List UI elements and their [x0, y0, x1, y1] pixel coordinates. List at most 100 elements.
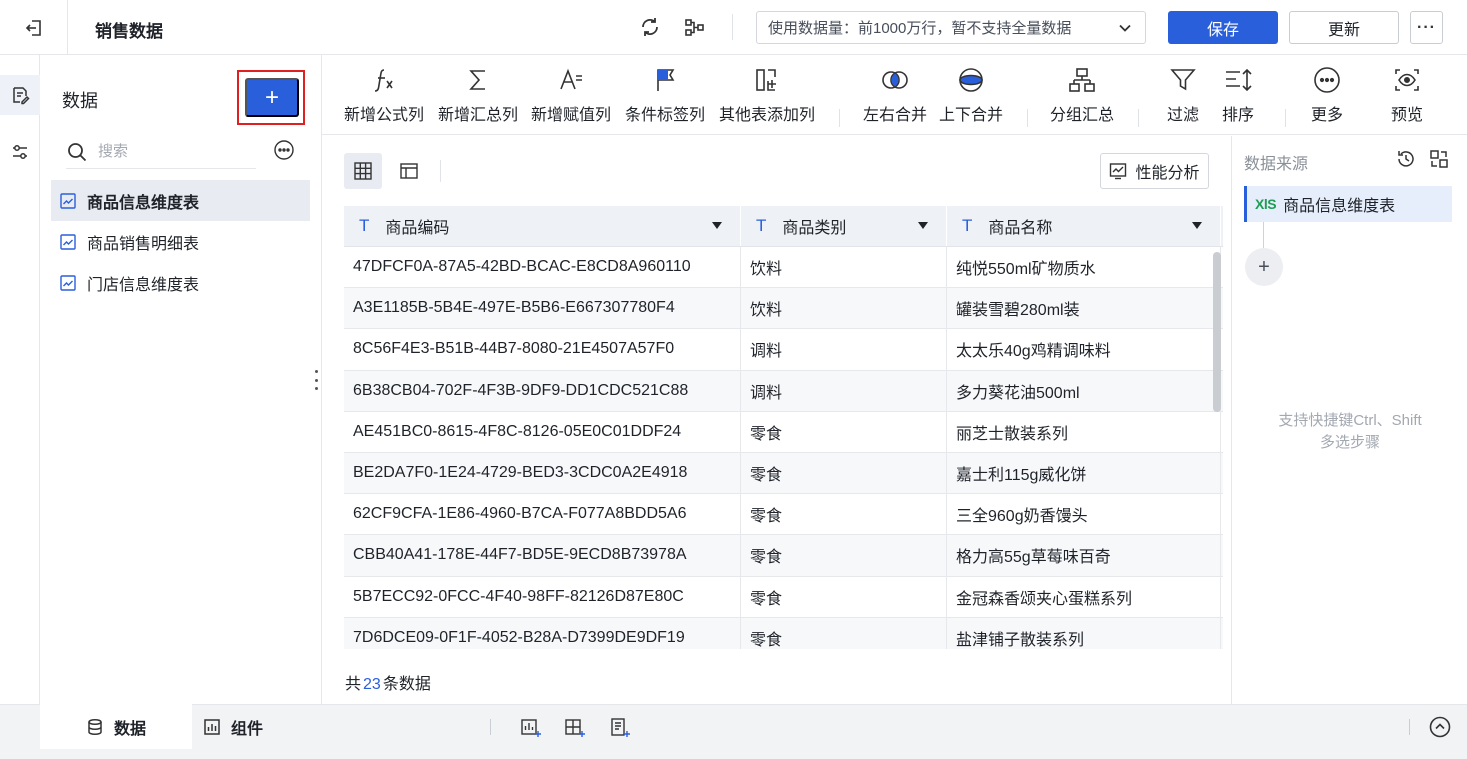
table-cell: AE451BC0-8615-4F8C-8126-05E0C01DDF24: [344, 411, 741, 452]
table-cell: BE2DA7F0-1E24-4729-BED3-3CDC0A2E4918: [344, 452, 741, 494]
table-cell: 三全960g奶香馒头: [947, 494, 1221, 535]
caret-down-icon[interactable]: [918, 222, 928, 229]
tool-label: 条件标签列: [625, 107, 706, 124]
tool-label: 左右合并: [863, 107, 928, 124]
add-component-icon: [565, 719, 585, 737]
column-header-label: 商品名称: [988, 220, 1053, 237]
add-assign-column-button[interactable]: 新增赋值列: [531, 63, 611, 129]
switch-icon: [1430, 150, 1448, 168]
update-button[interactable]: 更新: [1289, 11, 1399, 44]
row-count-number: 23: [363, 676, 381, 693]
data-usage-value: 使用数据量：前1000万行，暂不支持全量数据: [768, 20, 1072, 37]
table-cell: 零食: [741, 411, 947, 452]
table-cell: 62CF9CFA-1E86-4960-B7CA-F077A8BDD5A6: [344, 494, 741, 535]
performance-analysis-button[interactable]: 性能分析: [1100, 153, 1209, 189]
data-usage-select[interactable]: 使用数据量：前1000万行，暂不支持全量数据: [756, 11, 1146, 44]
more-menu-button[interactable]: ···: [1410, 11, 1443, 44]
tab-data[interactable]: 数据: [40, 704, 192, 749]
divider: [490, 719, 491, 735]
panel-resize-handle[interactable]: [314, 370, 318, 390]
steps-panel: 数据来源 XlS 商品信息维度表 + 支持快捷键Ctrl、Shift 多选步骤: [1231, 136, 1467, 704]
grid-view-button[interactable]: [344, 153, 382, 189]
add-dashboard-button[interactable]: [518, 715, 544, 741]
shortcut-hint-line: 多选步骤: [1319, 434, 1380, 451]
table-chart-icon: [60, 192, 76, 209]
group-summary-button[interactable]: 分组汇总: [1050, 63, 1114, 129]
save-button[interactable]: 保存: [1168, 11, 1278, 44]
text-type-icon: T: [359, 216, 370, 235]
table-scrollbar[interactable]: [1213, 252, 1221, 412]
add-summary-column-button[interactable]: 新增汇总列: [438, 63, 518, 129]
table-list-item[interactable]: 商品销售明细表: [51, 221, 310, 262]
table-list-item[interactable]: 门店信息维度表: [51, 262, 310, 303]
lineage-button[interactable]: [681, 14, 707, 40]
filter-button[interactable]: 过滤: [1167, 63, 1199, 129]
table-row: 6B38CB04-702F-4F3B-9DF9-DD1CDC521C88 调料 多力…: [344, 370, 1223, 412]
history-button[interactable]: [1395, 148, 1417, 170]
sort-button[interactable]: 排序: [1222, 63, 1254, 129]
merge-horizontal-button[interactable]: 左右合并: [863, 63, 927, 129]
caret-down-icon[interactable]: [712, 222, 722, 229]
table-cell: 零食: [741, 452, 947, 494]
chevron-up-circle-icon[interactable]: [1428, 715, 1452, 739]
exit-button[interactable]: [0, 0, 68, 55]
rail-data-prep[interactable]: [0, 75, 40, 115]
column-header[interactable]: T 商品编码: [344, 206, 741, 246]
table-chart-icon: [60, 274, 76, 291]
bottom-bar: 数据 组件: [0, 704, 1467, 759]
tab-component[interactable]: 组件: [203, 705, 263, 749]
more-circle-icon[interactable]: [272, 138, 296, 162]
refresh-button[interactable]: [637, 14, 663, 40]
table-list-item-label: 门店信息维度表: [87, 276, 200, 294]
main-content: 性能分析 T 商品编码 T 商品类别 T 商品名称 47DFCF0A-87A5-…: [322, 136, 1231, 704]
filter-icon: [1170, 69, 1196, 91]
table-cell: 盐津铺子散装系列: [947, 617, 1221, 649]
divider: [1027, 109, 1028, 127]
rail-settings[interactable]: [0, 132, 40, 172]
tool-label: 其他表添加列: [719, 107, 816, 124]
tool-label: 预览: [1391, 107, 1424, 124]
tool-label: 排序: [1222, 107, 1255, 124]
table-list-item[interactable]: 商品信息维度表: [51, 180, 310, 221]
layout-view-button[interactable]: [390, 153, 428, 189]
row-count: 共 23 条数据: [345, 670, 431, 694]
search-input[interactable]: [98, 143, 238, 160]
add-table-button[interactable]: +: [245, 78, 299, 117]
switch-layout-button[interactable]: [1428, 148, 1450, 170]
table-cell: 零食: [741, 576, 947, 617]
assign-icon: [560, 68, 582, 90]
data-edit-icon: [13, 87, 30, 105]
column-header[interactable]: T 商品名称: [947, 206, 1221, 246]
database-icon: [88, 718, 102, 735]
group-icon: [1069, 68, 1095, 92]
more-tools-button[interactable]: 更多: [1311, 63, 1343, 129]
source-step-item[interactable]: XlS 商品信息维度表: [1244, 186, 1452, 222]
merge-vertical-button[interactable]: 上下合并: [939, 63, 1003, 129]
more-icon: [1314, 67, 1340, 93]
divider: [440, 160, 441, 182]
table-row: 7D6DCE09-0F1F-4052-B28A-D7399DE9DF19 零食 盐津…: [344, 617, 1223, 649]
chevron-down-icon: [1119, 24, 1131, 32]
caret-down-icon[interactable]: [1192, 222, 1202, 229]
table-list-item-label: 商品信息维度表: [87, 194, 200, 212]
data-table: T 商品编码 T 商品类别 T 商品名称 47DFCF0A-87A5-42BD-…: [344, 206, 1223, 649]
preview-button[interactable]: 预览: [1391, 63, 1423, 129]
table-cell: 纯悦550ml矿物质水: [947, 247, 1221, 288]
xls-file-icon: XlS: [1255, 196, 1277, 212]
search-box: [66, 135, 256, 169]
text-type-icon: T: [962, 216, 973, 235]
table-cell: 7D6DCE09-0F1F-4052-B28A-D7399DE9DF19: [344, 617, 741, 649]
add-column-from-table-button[interactable]: 其他表添加列: [719, 63, 815, 129]
condition-tag-column-button[interactable]: 条件标签列: [625, 63, 705, 129]
add-report-button[interactable]: [607, 715, 633, 741]
add-column-icon: [756, 69, 776, 91]
tool-label: 新增公式列: [344, 107, 425, 124]
table-row: BE2DA7F0-1E24-4729-BED3-3CDC0A2E4918 零食 嘉士…: [344, 452, 1223, 495]
table-row: 5B7ECC92-0FCC-4F40-98FF-82126D87E80C 零食 金冠…: [344, 576, 1223, 618]
add-component-button[interactable]: [562, 715, 588, 741]
performance-icon: [1110, 163, 1127, 180]
add-formula-column-button[interactable]: 新增公式列: [344, 63, 424, 129]
source-step-label: 商品信息维度表: [1283, 198, 1396, 215]
column-header[interactable]: T 商品类别: [741, 206, 947, 246]
add-step-button[interactable]: +: [1245, 248, 1283, 286]
